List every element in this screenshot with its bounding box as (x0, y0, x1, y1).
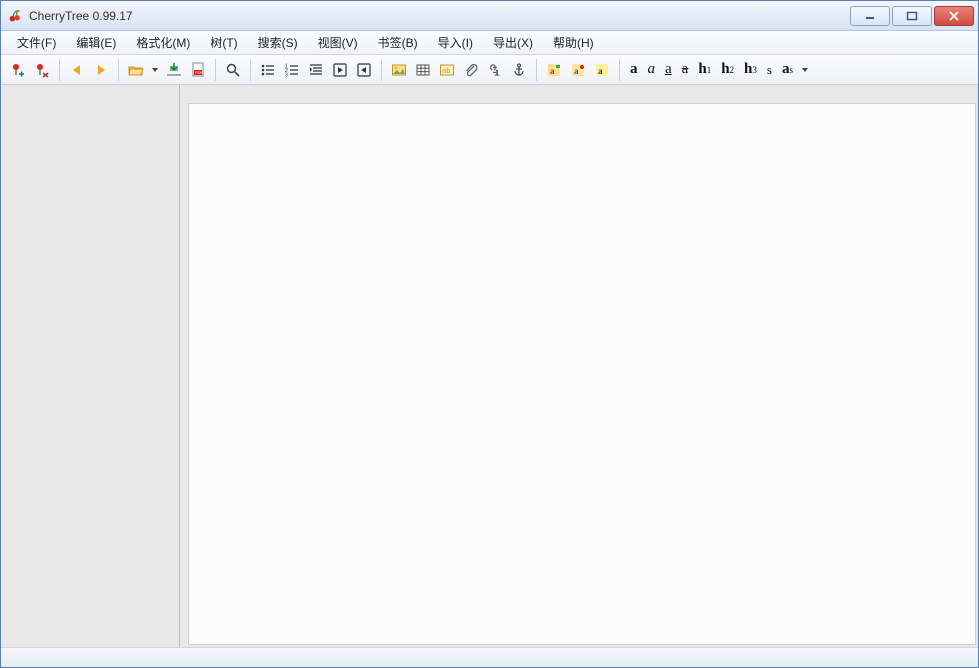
menubar: 文件(F) 编辑(E) 格式化(M) 树(T) 搜索(S) 视图(V) 书签(B… (1, 31, 978, 55)
close-button[interactable] (934, 6, 974, 26)
toolbar: PDF 123 ab a a (1, 55, 978, 85)
main-area (1, 85, 978, 647)
color-bg-icon[interactable]: a (567, 59, 589, 81)
svg-text:a: a (574, 66, 579, 76)
table-icon[interactable] (412, 59, 434, 81)
back-icon[interactable] (66, 59, 88, 81)
titlebar: CherryTree 0.99.17 (1, 1, 978, 31)
h2-btn[interactable]: h2 (717, 59, 738, 81)
color-fg-icon[interactable]: a (543, 59, 565, 81)
toolbar-separator (619, 59, 620, 81)
indent-list-icon[interactable] (305, 59, 327, 81)
svg-text:3: 3 (285, 72, 288, 78)
toolbar-separator (118, 59, 119, 81)
maximize-button[interactable] (892, 6, 932, 26)
menu-edit[interactable]: 编辑(E) (66, 31, 126, 54)
menu-tree[interactable]: 树(T) (200, 31, 247, 54)
svg-text:a: a (550, 66, 555, 76)
app-icon (7, 8, 23, 24)
open-icon[interactable] (125, 59, 147, 81)
link-icon[interactable] (484, 59, 506, 81)
statusbar (1, 647, 978, 667)
sup-base: a (782, 61, 790, 78)
menu-bookmark[interactable]: 书签(B) (368, 31, 428, 54)
more-dropdown-icon[interactable] (799, 66, 811, 74)
menu-import[interactable]: 导入(I) (428, 31, 483, 54)
menu-help[interactable]: 帮助(H) (543, 31, 604, 54)
menu-format[interactable]: 格式化(M) (126, 31, 200, 54)
toggle-icon[interactable] (353, 59, 375, 81)
anchor-icon[interactable] (508, 59, 530, 81)
export-pdf-icon[interactable]: PDF (187, 59, 209, 81)
editor[interactable] (188, 103, 976, 645)
superscript-btn[interactable]: as (778, 59, 797, 81)
new-node-icon[interactable] (7, 59, 29, 81)
menu-view[interactable]: 视图(V) (308, 31, 368, 54)
toolbar-separator (381, 59, 382, 81)
numbered-list-icon[interactable]: 123 (281, 59, 303, 81)
sup-exp: s (789, 65, 793, 75)
bold-btn[interactable]: a (626, 59, 642, 81)
h3-sub: 3 (752, 65, 757, 75)
svg-text:ab: ab (442, 67, 450, 75)
menu-file[interactable]: 文件(F) (7, 31, 66, 54)
tree-panel[interactable] (1, 85, 180, 647)
save-icon[interactable] (163, 59, 185, 81)
bullet-list-icon[interactable] (257, 59, 279, 81)
underline-btn[interactable]: a (661, 59, 676, 81)
window-title: CherryTree 0.99.17 (29, 9, 848, 23)
toolbar-separator (215, 59, 216, 81)
strike-btn[interactable]: a (678, 59, 693, 81)
menu-export[interactable]: 导出(X) (483, 31, 543, 54)
window-controls (848, 6, 974, 26)
svg-text:PDF: PDF (195, 70, 204, 75)
h3-btn[interactable]: h3 (740, 59, 761, 81)
minimize-button[interactable] (850, 6, 890, 26)
toolbar-separator (250, 59, 251, 81)
remove-node-icon[interactable] (31, 59, 53, 81)
menu-search[interactable]: 搜索(S) (248, 31, 308, 54)
highlight-icon[interactable]: a (591, 59, 613, 81)
open-dropdown-icon[interactable] (149, 66, 161, 74)
attach-icon[interactable] (460, 59, 482, 81)
h1-label: h (698, 61, 706, 78)
h3-label: h (744, 61, 752, 78)
editor-wrap (184, 85, 978, 647)
svg-text:a: a (598, 66, 603, 76)
codebox-icon[interactable]: ab (436, 59, 458, 81)
image-icon[interactable] (388, 59, 410, 81)
h1-sub: 1 (707, 65, 712, 75)
h2-label: h (721, 61, 729, 78)
toolbar-separator (59, 59, 60, 81)
forward-icon[interactable] (90, 59, 112, 81)
italic-btn[interactable]: a (644, 59, 660, 81)
h2-sub: 2 (730, 65, 735, 75)
toolbar-separator (536, 59, 537, 81)
editor-header-gutter (184, 85, 978, 103)
small-btn[interactable]: s (763, 59, 776, 81)
search-icon[interactable] (222, 59, 244, 81)
h1-btn[interactable]: h1 (694, 59, 715, 81)
execute-icon[interactable] (329, 59, 351, 81)
